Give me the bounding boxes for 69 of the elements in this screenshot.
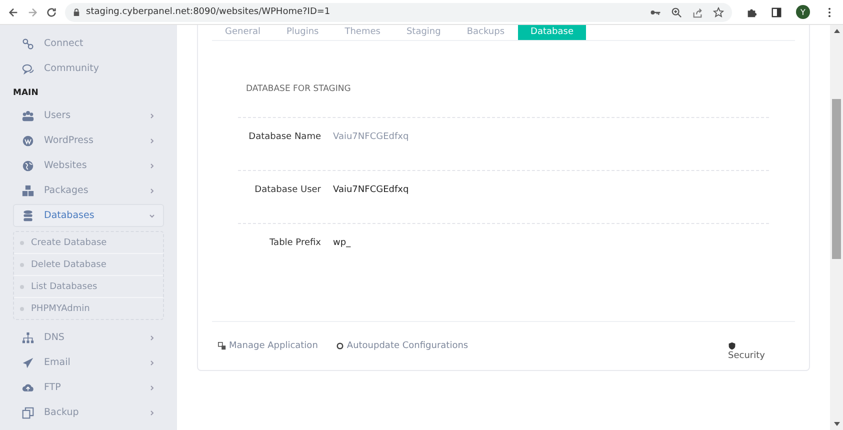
sitemap-icon	[22, 332, 34, 344]
chevron-right-icon	[149, 360, 155, 366]
sidebar-item[interactable]: FTP	[13, 376, 164, 399]
scrollbar[interactable]	[830, 25, 843, 430]
puzzle-icon[interactable]	[746, 6, 757, 18]
tab[interactable]: General	[212, 25, 274, 40]
sidebar-item[interactable]: Websites	[13, 154, 164, 177]
field-label: Database User	[254, 185, 321, 195]
sidebar-item[interactable]: WordPress	[13, 129, 164, 152]
back-icon[interactable]	[8, 6, 19, 18]
globe-icon	[22, 160, 34, 172]
chevron-right-icon	[149, 162, 155, 168]
copy-icon	[22, 406, 34, 418]
address-bar[interactable]: staging.cyberpanel.net:8090/websites/WPHome?ID=1	[65, 2, 732, 22]
field-label: Database Name	[248, 132, 321, 142]
tab[interactable]: Themes	[332, 25, 394, 40]
windows-icon	[218, 342, 226, 350]
submenu-item[interactable]: PHPMYAdmin	[14, 298, 163, 319]
footer-link[interactable]: Security	[728, 332, 765, 360]
url-text: staging.cyberpanel.net:8090/websites/WPHome?ID=1	[86, 7, 332, 17]
submenu-item[interactable]: List Databases	[14, 276, 163, 298]
paper-plane-icon	[22, 356, 34, 368]
link-icon	[22, 38, 34, 50]
wordpress-icon	[22, 134, 34, 146]
tab[interactable]: Plugins	[273, 25, 332, 40]
sidebar-item[interactable]: Connect	[13, 32, 164, 55]
boxes-icon	[22, 184, 34, 196]
tab[interactable]: Database	[518, 25, 586, 40]
footer-link[interactable]: Autoupdate Configurations	[336, 341, 468, 351]
chevron-right-icon	[149, 410, 155, 416]
tab[interactable]: Backups	[454, 25, 518, 40]
field-label: Table Prefix	[268, 238, 321, 248]
share-icon[interactable]	[692, 6, 703, 18]
cloud-upload-icon	[22, 382, 34, 394]
scroll-up-icon[interactable]	[834, 29, 840, 33]
chevron-down-icon	[149, 212, 155, 218]
sidebar-item[interactable]: DNS	[13, 326, 164, 349]
tab[interactable]: Staging	[393, 25, 454, 40]
scrollbar-thumb[interactable]	[832, 99, 841, 259]
sidebar-item[interactable]: Backup	[13, 401, 164, 424]
field-value: wp_	[333, 238, 351, 248]
zoom-icon[interactable]	[671, 6, 682, 18]
sidebar-item[interactable]: Community	[13, 57, 164, 80]
field-value: Vaiu7NFCGEdfxq	[333, 185, 409, 195]
profile-avatar[interactable]: Y	[796, 5, 810, 19]
sidebar-item[interactable]: Packages	[13, 179, 164, 202]
chevron-right-icon	[149, 188, 155, 194]
side-panel-icon[interactable]	[771, 6, 782, 18]
submenu-item[interactable]: Create Database	[14, 232, 163, 254]
refresh-icon	[336, 342, 344, 350]
section-title: DATABASE FOR STAGING	[245, 83, 352, 96]
database-icon	[22, 210, 34, 222]
sidebar-item[interactable]: Users	[13, 104, 164, 127]
sidebar-heading: MAIN	[13, 87, 40, 100]
chevron-right-icon	[149, 384, 155, 390]
footer-link[interactable]: Manage Application	[218, 341, 318, 351]
shield-icon	[728, 342, 736, 350]
sidebar-item[interactable]: Email	[13, 351, 164, 374]
star-icon[interactable]	[713, 6, 724, 18]
chevron-right-icon	[149, 334, 155, 340]
chevron-right-icon	[149, 138, 155, 144]
scroll-down-icon[interactable]	[834, 422, 840, 426]
reload-icon[interactable]	[46, 6, 57, 18]
sidebar-item[interactable]: Databases	[13, 204, 164, 227]
chevron-right-icon	[149, 112, 155, 118]
chat-icon	[22, 62, 34, 74]
lock-icon	[73, 8, 80, 16]
submenu-item[interactable]: Delete Database	[14, 254, 163, 276]
people-icon	[22, 110, 34, 122]
